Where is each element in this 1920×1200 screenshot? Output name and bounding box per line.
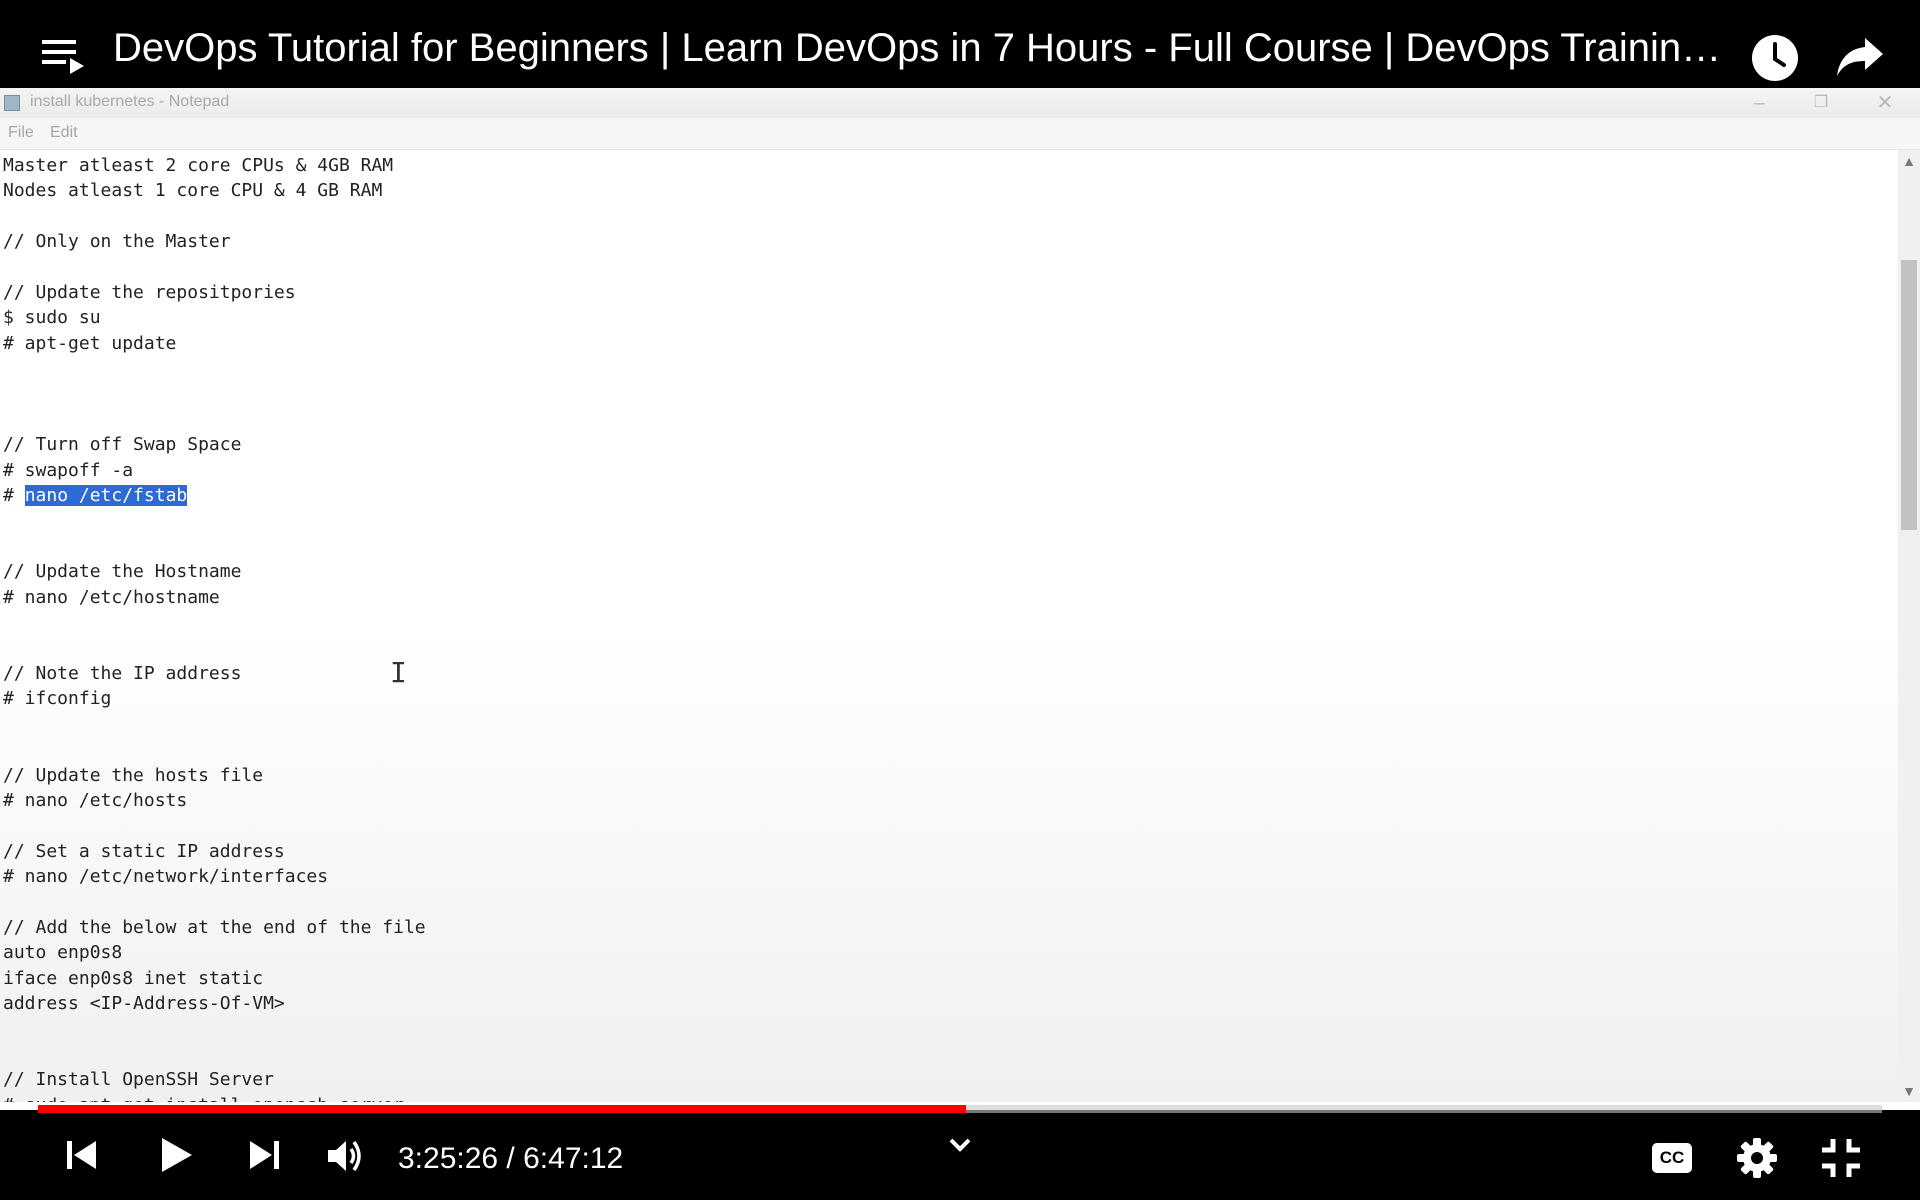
line-text: # sudo apt-get install openssh-server xyxy=(3,1095,404,1102)
text-line: // Only on the Master xyxy=(3,229,231,254)
play-icon[interactable] xyxy=(156,1135,196,1175)
scroll-down-arrow-icon[interactable]: ▼ xyxy=(1898,1080,1920,1102)
menu-file[interactable]: File xyxy=(8,124,34,142)
minimize-button[interactable]: – xyxy=(1744,92,1774,114)
text-line: // Turn off Swap Space xyxy=(3,432,241,457)
text-line: # ifconfig xyxy=(3,686,111,711)
text-line: // Update the repositpories xyxy=(3,280,296,305)
selected-text[interactable]: nano /etc/fstab xyxy=(24,485,188,507)
line-text: # apt-get update xyxy=(3,332,177,354)
line-text: # xyxy=(3,485,25,507)
text-line: iface enp0s8 inet static xyxy=(3,966,263,991)
line-text: // Note the IP address xyxy=(3,663,242,684)
current-time: 3:25:26 xyxy=(398,1142,499,1175)
text-line: # nano /etc/fstab xyxy=(3,483,188,508)
text-line: // Update the Hostname xyxy=(3,559,241,584)
notepad-window: install kubernetes - Notepad – ❐ ✕ File … xyxy=(0,88,1920,1110)
text-line: # apt-get update xyxy=(3,331,176,356)
time-display: 3:25:26 / 6:47:12 xyxy=(398,1142,623,1176)
text-line: # nano /etc/network/interfaces xyxy=(3,864,328,889)
video-title[interactable]: DevOps Tutorial for Beginners | Learn De… xyxy=(113,26,1733,71)
player-controls: 3:25:26 / 6:47:12 CC xyxy=(0,1113,1920,1200)
text-line: auto enp0s8 xyxy=(3,940,122,965)
playlist-queue-icon[interactable] xyxy=(40,36,86,76)
line-text: # nano /etc/network/interfaces xyxy=(3,866,329,888)
text-line: // Note the IP address xyxy=(3,661,241,686)
text-line: $ sudo su xyxy=(3,305,101,330)
menu-edit[interactable]: Edit xyxy=(50,124,78,142)
text-cursor-icon: I xyxy=(390,656,407,689)
text-line: Nodes atleast 1 core CPU & 4 GB RAM xyxy=(3,178,382,203)
notepad-text-area[interactable]: I Master atleast 2 core CPUs & 4GB RAM No… xyxy=(0,150,1898,1102)
line-text: # nano /etc/hostname xyxy=(3,586,220,608)
progress-bar[interactable] xyxy=(38,1105,1882,1113)
scrollbar-thumb[interactable] xyxy=(1901,260,1917,530)
text-line: // Update the hosts file xyxy=(3,763,263,788)
line-text: address <IP-Address-Of-VM> xyxy=(3,993,285,1015)
scroll-up-arrow-icon[interactable]: ▲ xyxy=(1898,150,1920,172)
time-separator: / xyxy=(498,1142,524,1175)
line-text: // Set a static IP address xyxy=(3,840,285,862)
volume-icon[interactable] xyxy=(326,1137,366,1175)
line-text: // Add the below at the end of the file xyxy=(3,917,426,938)
line-text: auto enp0s8 xyxy=(3,942,123,964)
share-arrow-icon[interactable] xyxy=(1835,34,1885,80)
chevron-down-icon[interactable] xyxy=(945,1133,975,1157)
line-text: // Update the hosts file xyxy=(3,764,264,786)
line-text: # ifconfig xyxy=(3,688,112,710)
close-button[interactable]: ✕ xyxy=(1870,92,1900,114)
text-line: // Set a static IP address xyxy=(3,839,285,864)
line-text: Nodes atleast 1 core CPU & 4 GB RAM xyxy=(3,180,383,202)
skip-previous-icon[interactable] xyxy=(64,1137,100,1173)
notepad-menu-bar: File Edit xyxy=(0,118,1920,150)
text-line: Master atleast 2 core CPUs & 4GB RAM xyxy=(3,153,393,178)
exit-fullscreen-icon[interactable] xyxy=(1820,1137,1862,1179)
progress-played xyxy=(38,1105,967,1113)
maximize-button[interactable]: ❐ xyxy=(1806,92,1836,114)
text-line: # sudo apt-get install openssh-server xyxy=(3,1093,404,1102)
line-text: iface enp0s8 inet static xyxy=(3,967,264,989)
player-top-bar: DevOps Tutorial for Beginners | Learn De… xyxy=(0,0,1920,88)
skip-next-icon[interactable] xyxy=(246,1137,282,1173)
notepad-title-bar[interactable]: install kubernetes - Notepad – ❐ ✕ xyxy=(0,88,1920,118)
text-line: address <IP-Address-Of-VM> xyxy=(3,991,285,1016)
notepad-app-icon xyxy=(4,95,20,111)
line-text: // Turn off Swap Space xyxy=(3,434,242,456)
text-line: # nano /etc/hostname xyxy=(3,585,220,610)
line-text: // Only on the Master xyxy=(3,231,231,253)
line-text: // Update the repositpories xyxy=(3,282,296,303)
text-line: // Add the below at the end of the file xyxy=(3,915,426,940)
duration: 6:47:12 xyxy=(523,1142,624,1175)
line-text: // Install OpenSSH Server xyxy=(3,1069,274,1091)
gear-icon[interactable] xyxy=(1736,1137,1778,1179)
line-text: Master atleast 2 core CPUs & 4GB RAM xyxy=(3,155,394,176)
notepad-title: install kubernetes - Notepad xyxy=(30,93,230,110)
cc-icon[interactable]: CC xyxy=(1652,1143,1692,1173)
vertical-scrollbar[interactable]: ▲ ▼ xyxy=(1898,150,1920,1102)
line-text: // Update the Hostname xyxy=(3,561,242,583)
line-text: $ sudo su xyxy=(3,307,101,329)
text-line: // Install OpenSSH Server xyxy=(3,1067,274,1092)
clock-icon[interactable] xyxy=(1750,33,1800,83)
line-text: # nano /etc/hosts xyxy=(3,790,188,811)
line-text: # swapoff -a xyxy=(3,459,134,481)
text-line: # nano /etc/hosts xyxy=(3,788,187,813)
text-line: # swapoff -a xyxy=(3,458,133,483)
